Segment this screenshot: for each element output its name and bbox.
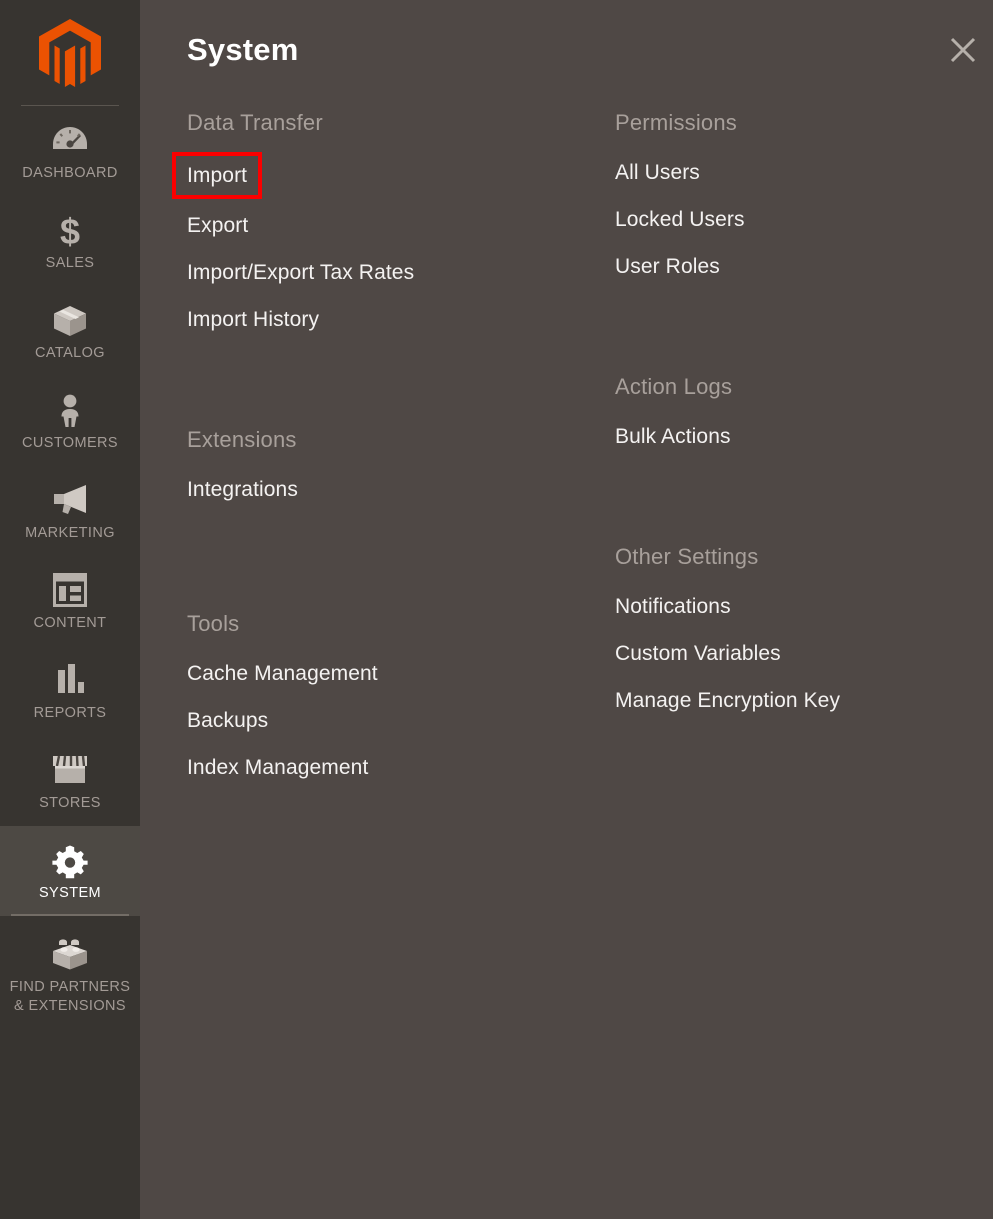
menu-group-title: Action Logs	[615, 374, 733, 399]
menu-group-title: Permissions	[615, 110, 738, 135]
sidebar-item-customers[interactable]: CUSTOMERS	[0, 376, 140, 466]
menu-item-import-export-tax-rates[interactable]: Import/Export Tax Rates	[187, 249, 414, 296]
menu-column-right: Permissions All Users Locked Users User …	[615, 110, 993, 817]
sidebar-item-label: STORES	[39, 795, 101, 811]
layout-icon	[4, 573, 136, 609]
menu-item-backups[interactable]: Backups	[187, 697, 268, 744]
menu-group-permissions: Permissions All Users Locked Users User …	[615, 110, 993, 316]
sidebar-item-reports[interactable]: REPORTS	[0, 646, 140, 736]
menu-group-title: Tools	[187, 611, 240, 636]
close-button[interactable]	[941, 28, 985, 72]
svg-text:$: $	[60, 213, 80, 249]
sidebar-item-label-line2: & EXTENSIONS	[14, 998, 126, 1014]
magento-admin-system-menu: DASHBOARD $ SALES CATALOG CUSTOMERS MARK…	[0, 0, 993, 1219]
menu-group-title: Other Settings	[615, 544, 759, 569]
menu-group-title: Extensions	[187, 427, 297, 452]
magento-logo-icon	[39, 18, 101, 87]
menu-item-index-management[interactable]: Index Management	[187, 744, 368, 791]
menu-item-locked-users[interactable]: Locked Users	[615, 196, 745, 243]
menu-group-other-settings: Other Settings Notifications Custom Vari…	[615, 544, 993, 750]
menu-group-links: Notifications Custom Variables Manage En…	[615, 583, 993, 750]
menu-group-data-transfer: Data Transfer Import Export Import/Expor…	[172, 110, 615, 369]
menu-group-tools: Tools Cache Management Backups Index Man…	[187, 611, 615, 817]
sidebar-item-system[interactable]: SYSTEM	[0, 826, 140, 916]
sidebar-item-label: CUSTOMERS	[22, 435, 118, 451]
sidebar-item-catalog[interactable]: CATALOG	[0, 286, 140, 376]
sidebar-item-label-line1: FIND PARTNERS	[9, 979, 131, 995]
menu-item-export[interactable]: Export	[187, 202, 248, 249]
dollar-icon: $	[4, 213, 136, 249]
sidebar-item-marketing[interactable]: MARKETING	[0, 466, 140, 556]
menu-item-cache-management[interactable]: Cache Management	[187, 650, 378, 697]
menu-item-import[interactable]: Import	[187, 156, 247, 195]
menu-item-user-roles[interactable]: User Roles	[615, 243, 720, 290]
menu-item-notifications[interactable]: Notifications	[615, 583, 731, 630]
gear-icon	[4, 843, 136, 879]
brick-icon	[4, 936, 136, 972]
sidebar-item-find-partners-extensions[interactable]: FIND PARTNERS & EXTENSIONS	[0, 916, 140, 1030]
system-menu-panel: System Data Transfer Import Export Impor…	[140, 0, 993, 1219]
sidebar-item-stores[interactable]: STORES	[0, 736, 140, 826]
sidebar-item-label: SALES	[45, 255, 95, 271]
admin-sidebar: DASHBOARD $ SALES CATALOG CUSTOMERS MARK…	[0, 0, 140, 1219]
menu-group-links: Integrations	[187, 466, 615, 539]
sidebar-item-label: SYSTEM	[38, 885, 102, 901]
menu-item-bulk-actions[interactable]: Bulk Actions	[615, 413, 731, 460]
menu-column-left: Data Transfer Import Export Import/Expor…	[172, 110, 615, 817]
sidebar-item-label: MARKETING	[25, 525, 115, 541]
storefront-icon	[4, 753, 136, 789]
close-icon	[948, 35, 978, 65]
menu-group-links: Import Export Import/Export Tax Rates Im…	[172, 149, 615, 369]
menu-item-custom-variables[interactable]: Custom Variables	[615, 630, 781, 677]
sidebar-item-label: CATALOG	[35, 345, 105, 361]
bar-chart-icon	[4, 663, 136, 699]
menu-group-links: All Users Locked Users User Roles	[615, 149, 993, 316]
sidebar-item-label: DASHBOARD	[22, 165, 118, 181]
panel-header: System	[140, 0, 993, 110]
menu-columns: Data Transfer Import Export Import/Expor…	[140, 110, 993, 817]
menu-item-integrations[interactable]: Integrations	[187, 466, 298, 513]
menu-item-manage-encryption-key[interactable]: Manage Encryption Key	[615, 677, 840, 724]
menu-group-action-logs: Action Logs Bulk Actions	[615, 374, 993, 486]
magento-logo[interactable]	[0, 0, 140, 105]
menu-item-import-highlight: Import	[172, 152, 263, 199]
menu-group-title: Data Transfer	[187, 110, 323, 135]
sidebar-item-sales[interactable]: $ SALES	[0, 196, 140, 286]
gauge-icon	[4, 123, 136, 159]
megaphone-icon	[4, 483, 136, 519]
menu-group-links: Cache Management Backups Index Managemen…	[187, 650, 615, 817]
page-title: System	[187, 32, 299, 67]
box-icon	[4, 303, 136, 339]
menu-group-extensions: Extensions Integrations	[187, 427, 615, 539]
menu-group-links: Bulk Actions	[615, 413, 993, 486]
person-icon	[4, 393, 136, 429]
sidebar-item-content[interactable]: CONTENT	[0, 556, 140, 646]
menu-item-all-users[interactable]: All Users	[615, 149, 700, 196]
sidebar-item-label: CONTENT	[33, 615, 107, 631]
sidebar-item-dashboard[interactable]: DASHBOARD	[0, 106, 140, 196]
sidebar-item-label: REPORTS	[33, 705, 107, 721]
menu-item-import-history[interactable]: Import History	[187, 296, 319, 343]
